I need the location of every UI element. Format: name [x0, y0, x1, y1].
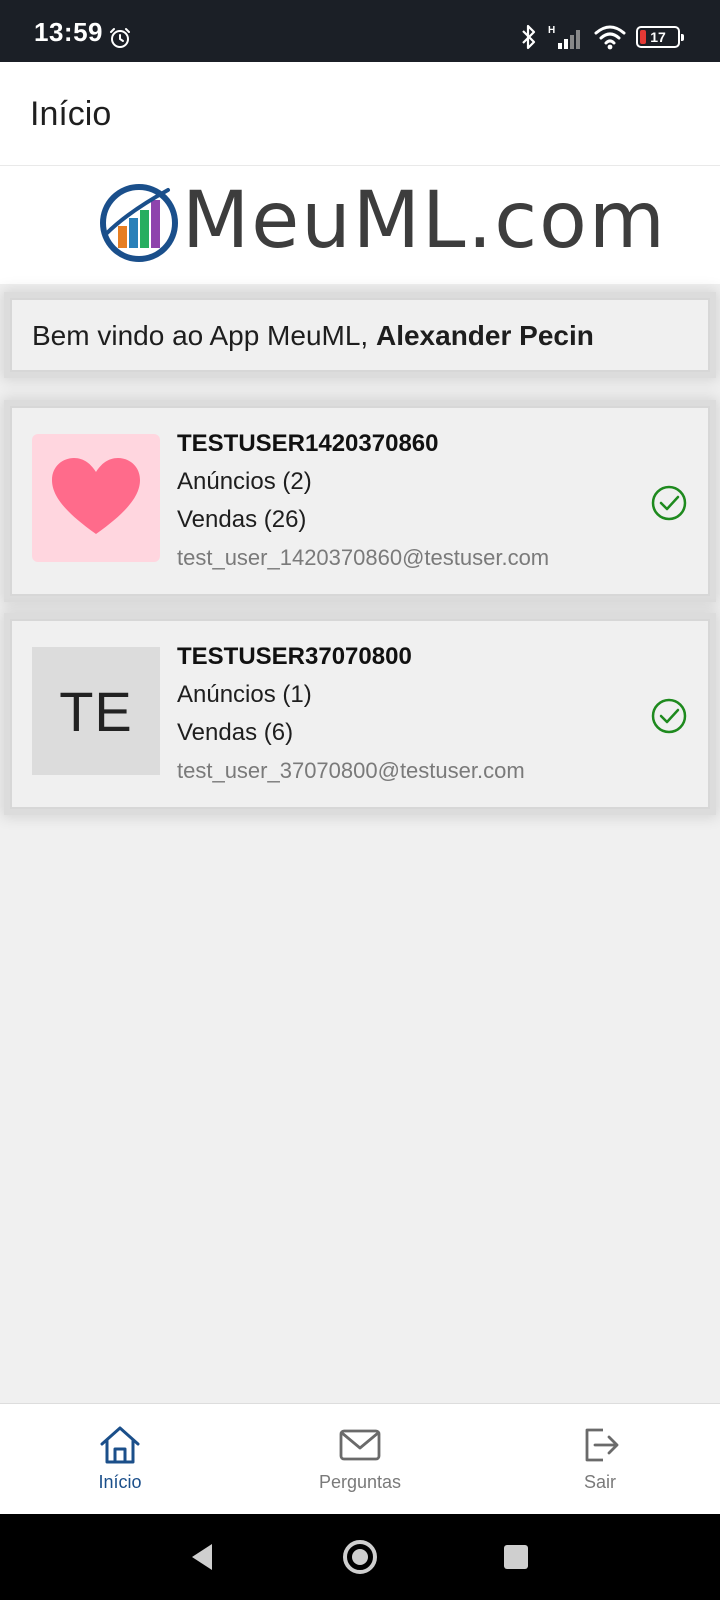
home-button-icon[interactable] [337, 1534, 383, 1580]
nav-label: Início [98, 1472, 142, 1492]
account-email: test_user_37070800@testuser.com [177, 758, 525, 783]
status-time: 13:59 [34, 17, 103, 47]
logo-chart-icon [100, 184, 178, 262]
account-card[interactable]: TESTUSER1420370860 Anúncios (2) Vendas (… [10, 406, 710, 596]
mail-icon [339, 1429, 381, 1461]
nav-item-inicio[interactable]: Início [0, 1404, 240, 1514]
welcome-user-name: Alexander Pecin [375, 320, 594, 351]
logo-text: MeuML.com [182, 176, 667, 266]
nav-label: Perguntas [318, 1472, 402, 1492]
logo-area: MeuML.com [0, 166, 720, 284]
battery-level: 17 [650, 29, 666, 45]
alarm-icon [110, 28, 130, 48]
battery-icon: 17 [636, 26, 684, 48]
network-type-label: H [548, 25, 555, 36]
heart-icon [52, 458, 140, 534]
account-card[interactable]: TE TESTUSER37070800 Anúncios (1) Vendas … [10, 619, 710, 809]
signal-icon: H [548, 25, 580, 49]
account-avatar: TE [32, 647, 160, 775]
account-email: test_user_1420370860@testuser.com [177, 545, 550, 570]
page-title: Início [30, 95, 112, 133]
check-circle-icon [651, 485, 687, 521]
check-circle-icon [651, 698, 687, 734]
battery-fill [640, 30, 646, 44]
welcome-card: Bem vindo ao App MeuML, Alexander Pecin [10, 298, 710, 372]
account-avatar [32, 434, 160, 562]
account-ads-count: Anúncios (1) [177, 681, 312, 708]
system-nav-bar [0, 1514, 720, 1600]
logout-icon [585, 1428, 619, 1462]
welcome-prefix: Bem vindo ao App MeuML, [32, 320, 376, 351]
avatar-initials: TE [59, 679, 133, 743]
welcome-message: Bem vindo ao App MeuML, Alexander Pecin [32, 320, 594, 352]
bluetooth-icon [522, 24, 536, 50]
account-name: TESTUSER1420370860 [177, 430, 439, 457]
home-icon [100, 1426, 140, 1464]
wifi-icon [594, 25, 626, 50]
status-bar: 13:59 H 17 [0, 0, 720, 62]
bottom-nav: Início Perguntas Sair [0, 1403, 720, 1514]
account-name: TESTUSER37070800 [177, 643, 412, 670]
recents-icon[interactable] [493, 1534, 539, 1580]
account-sales-count: Vendas (26) [177, 506, 307, 533]
back-icon[interactable] [180, 1534, 226, 1580]
app-header: Início [0, 62, 720, 166]
nav-label: Sair [583, 1472, 616, 1492]
nav-item-sair[interactable]: Sair [480, 1404, 720, 1514]
account-sales-count: Vendas (6) [177, 719, 294, 746]
nav-item-perguntas[interactable]: Perguntas [240, 1404, 480, 1514]
account-ads-count: Anúncios (2) [177, 468, 312, 495]
status-icons: H 17 [520, 22, 684, 52]
